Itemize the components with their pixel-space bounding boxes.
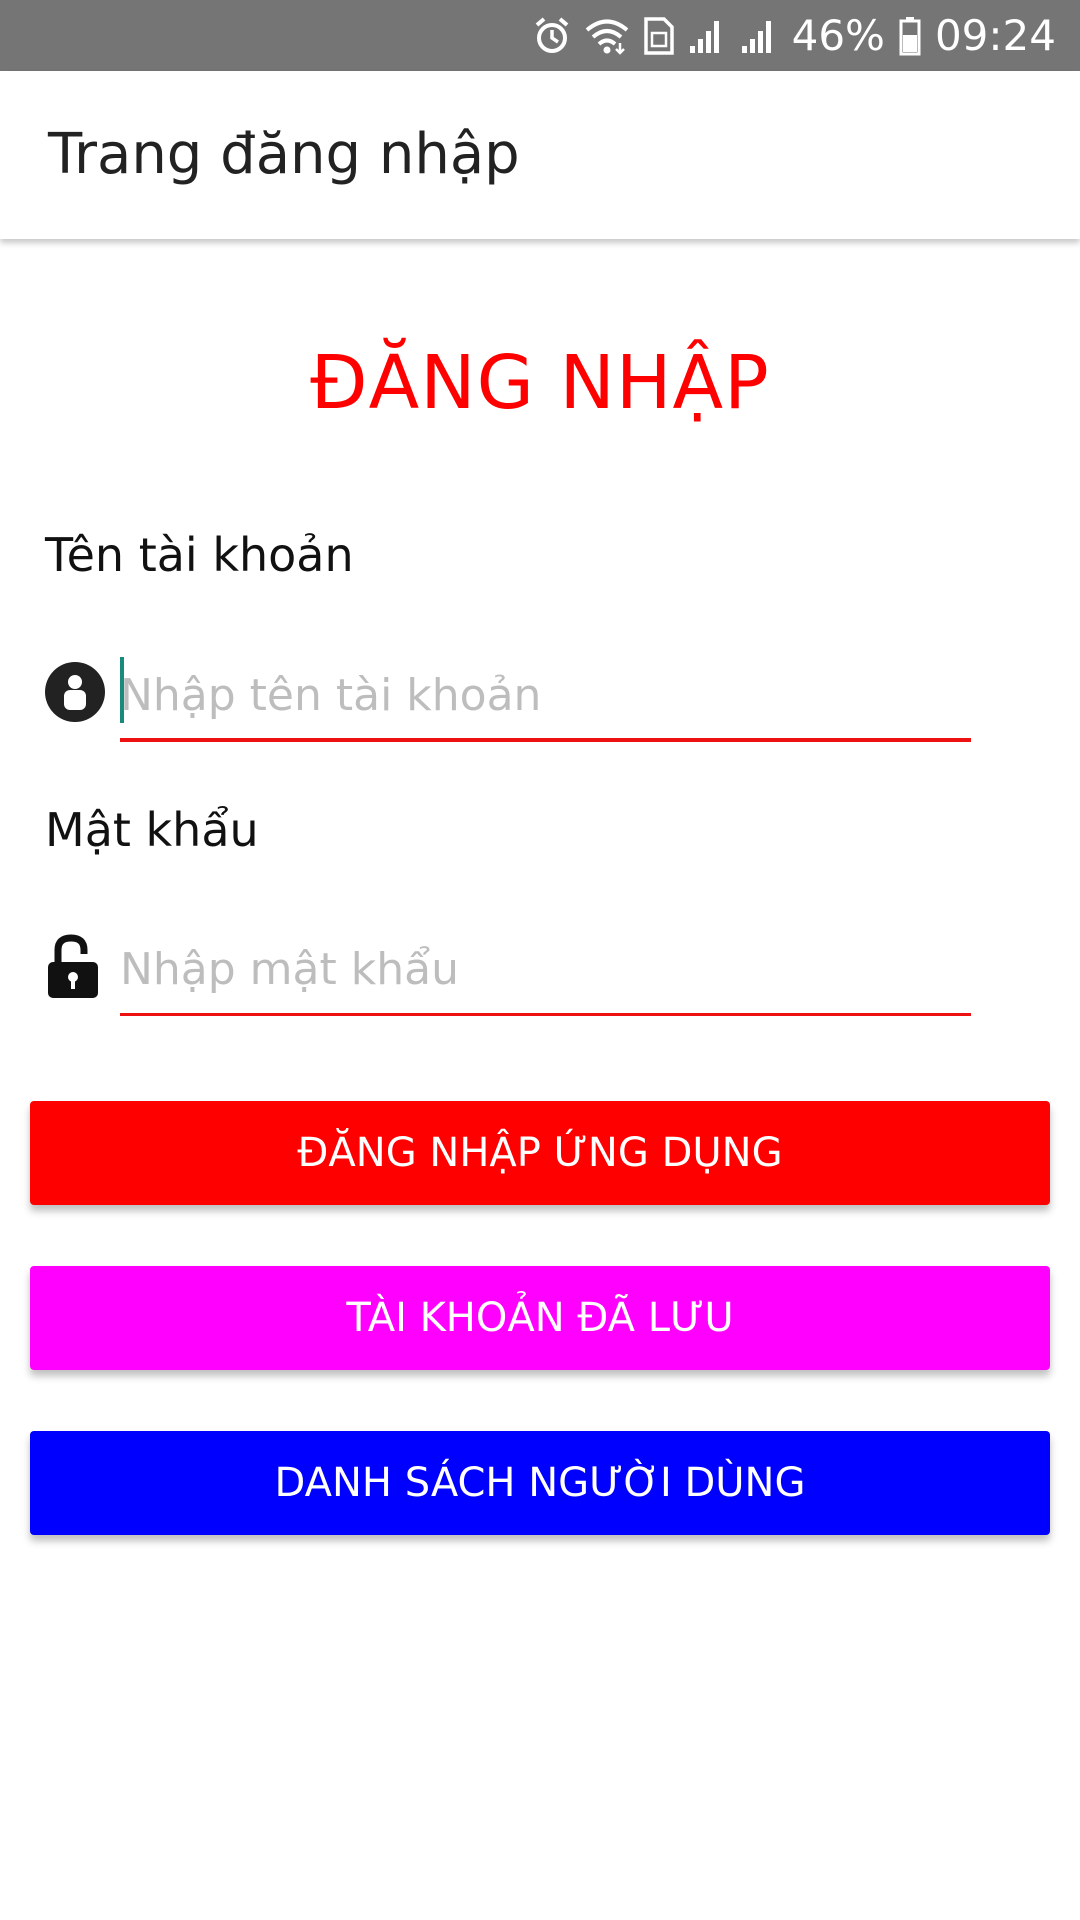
saved-accounts-button[interactable]: TÀI KHOẢN ĐÃ LƯU [30,1266,1050,1370]
signal-icon [740,18,778,54]
user-list-button[interactable]: DANH SÁCH NGƯỜI DÙNG [30,1431,1050,1535]
clock: 09:24 [934,11,1056,60]
lock-open-icon [44,934,106,998]
page-title: ĐĂNG NHẬP [310,340,770,426]
battery-percent: 46% [791,11,885,60]
user-icon [44,661,106,723]
wifi-icon [584,17,630,55]
username-label: Tên tài khoản [45,528,354,582]
app-bar: Trang đăng nhập [0,71,1080,239]
password-label: Mật khẩu [45,803,259,857]
status-bar: 46% 09:24 [0,0,1080,71]
sim-icon [643,16,674,55]
battery-icon [899,16,921,56]
password-input[interactable] [120,926,971,1016]
alarm-icon [534,16,570,55]
status-icons: 46% 09:24 [534,0,1056,71]
text-cursor [120,657,124,723]
app-bar-title: Trang đăng nhập [48,122,520,187]
signal-icon [688,18,726,54]
username-input[interactable] [120,652,971,742]
login-button[interactable]: ĐĂNG NHẬP ỨNG DỤNG [30,1101,1050,1205]
